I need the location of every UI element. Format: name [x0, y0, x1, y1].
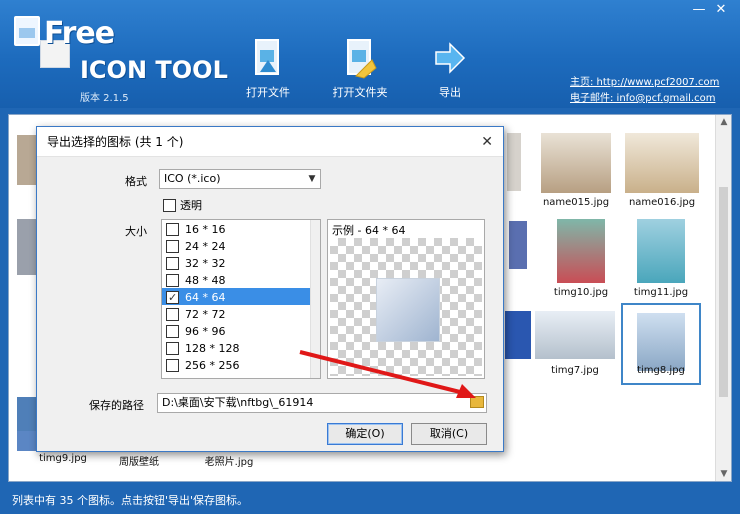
- status-bar: 列表中有 35 个图标。点击按钮'导出'保存图标。: [0, 488, 740, 514]
- size-option[interactable]: 256 * 256: [162, 356, 320, 373]
- ok-button[interactable]: 确定(O): [327, 423, 403, 445]
- preview-label: 示例 - 64 * 64: [332, 224, 406, 237]
- transparent-checkbox[interactable]: 透明: [163, 197, 202, 213]
- thumbnail-caption: timg7.jpg: [551, 365, 599, 376]
- thumbnail-caption: timg8.jpg: [637, 365, 685, 376]
- size-list[interactable]: 16 * 16 24 * 24 32 * 32 48 * 48 64 * 64 72 * …: [161, 219, 321, 379]
- logo-free-text: Free: [44, 16, 115, 51]
- export-dialog: 导出选择的图标 (共 1 个) ✕ 格式 ICO (*.ico) ▼ 透明 大小…: [36, 126, 504, 452]
- checkbox-icon[interactable]: [166, 222, 179, 236]
- checkbox-icon[interactable]: [166, 341, 179, 355]
- export-label: 导出: [439, 86, 461, 99]
- path-label: 保存的路径: [89, 399, 144, 412]
- open-folder-icon: [347, 39, 377, 79]
- size-option[interactable]: 64 * 64: [162, 288, 320, 306]
- scroll-thumb[interactable]: [719, 187, 728, 397]
- size-label: 大小: [125, 225, 147, 238]
- checkbox-icon[interactable]: [166, 256, 179, 270]
- checkbox-icon[interactable]: [166, 273, 179, 287]
- checkbox-icon[interactable]: [166, 289, 179, 306]
- size-list-scrollbar[interactable]: [310, 220, 320, 378]
- size-option-label: 24 * 24: [185, 239, 226, 253]
- preview-image: [376, 278, 440, 342]
- chevron-down-icon: ▼: [308, 174, 316, 184]
- size-option-label: 72 * 72: [185, 307, 226, 321]
- scroll-up-icon[interactable]: ▲: [716, 117, 732, 127]
- size-option-label: 256 * 256: [185, 358, 240, 372]
- size-option[interactable]: 32 * 32: [162, 254, 320, 271]
- checkbox-icon[interactable]: [166, 239, 179, 253]
- size-option-label: 128 * 128: [185, 341, 240, 355]
- open-folder-label: 打开文件夹: [332, 86, 388, 99]
- close-icon[interactable]: ✕: [481, 134, 493, 150]
- thumbnail-caption: timg11.jpg: [633, 287, 689, 298]
- vertical-scrollbar[interactable]: ▲ ▼: [715, 115, 731, 481]
- export-button[interactable]: 导出: [414, 36, 486, 102]
- checkbox-icon[interactable]: [166, 358, 179, 372]
- format-label: 格式: [125, 175, 147, 188]
- size-option[interactable]: 16 * 16: [162, 220, 320, 237]
- logo-tool-text: ICON TOOL: [80, 56, 228, 84]
- close-icon[interactable]: ✕: [710, 2, 732, 18]
- open-file-button[interactable]: 打开文件: [232, 36, 304, 102]
- thumbnail-caption: 老照片.jpg: [204, 457, 254, 468]
- preview-box: 示例 - 64 * 64: [327, 219, 485, 379]
- export-arrow-icon: [435, 42, 466, 74]
- logo-icon: [14, 16, 40, 46]
- size-option-label: 96 * 96: [185, 324, 226, 338]
- open-folder-button[interactable]: 打开文件夹: [324, 36, 396, 102]
- transparency-checkerboard: [330, 238, 482, 376]
- save-path-value: D:\桌面\安下载\nftbg\_61914: [162, 396, 314, 409]
- size-option[interactable]: 48 * 48: [162, 271, 320, 288]
- checkbox-icon[interactable]: [166, 324, 179, 338]
- open-file-icon: [255, 39, 279, 75]
- window-controls: — ✕: [688, 2, 732, 18]
- size-option-label: 48 * 48: [185, 273, 226, 287]
- size-option[interactable]: 96 * 96: [162, 322, 320, 339]
- size-option[interactable]: 24 * 24: [162, 237, 320, 254]
- format-select[interactable]: ICO (*.ico) ▼: [159, 169, 321, 189]
- minimize-icon[interactable]: —: [688, 2, 710, 18]
- thumbnail-caption: name015.jpg: [542, 197, 610, 208]
- thumbnail-caption: name016.jpg: [628, 197, 696, 208]
- checkbox-icon[interactable]: [163, 198, 176, 212]
- cancel-button[interactable]: 取消(C): [411, 423, 487, 445]
- version-label: 版本 2.1.5: [80, 93, 129, 104]
- scroll-down-icon[interactable]: ▼: [716, 469, 732, 479]
- size-option[interactable]: 72 * 72: [162, 305, 320, 322]
- dialog-title: 导出选择的图标 (共 1 个): [37, 127, 503, 157]
- folder-browse-icon[interactable]: [470, 396, 484, 408]
- format-value: ICO (*.ico): [164, 172, 221, 185]
- email-link[interactable]: 电子邮件: info@pcf.gmail.com: [570, 89, 715, 104]
- size-option-label: 32 * 32: [185, 256, 226, 270]
- open-file-label: 打开文件: [246, 86, 290, 99]
- app-header: Free ICON TOOL 版本 2.1.5 打开文件 打开文件夹 导出 — ✕…: [0, 0, 740, 108]
- homepage-link[interactable]: 主页: http://www.pcf2007.com: [570, 73, 719, 88]
- transparent-label: 透明: [180, 199, 202, 212]
- size-option-label: 16 * 16: [185, 222, 226, 236]
- size-option-label: 64 * 64: [185, 290, 226, 304]
- save-path-input[interactable]: D:\桌面\安下载\nftbg\_61914: [157, 393, 487, 413]
- checkbox-icon[interactable]: [166, 307, 179, 321]
- size-option[interactable]: 128 * 128: [162, 339, 320, 356]
- thumbnail-caption: 周版壁纸: [119, 457, 159, 468]
